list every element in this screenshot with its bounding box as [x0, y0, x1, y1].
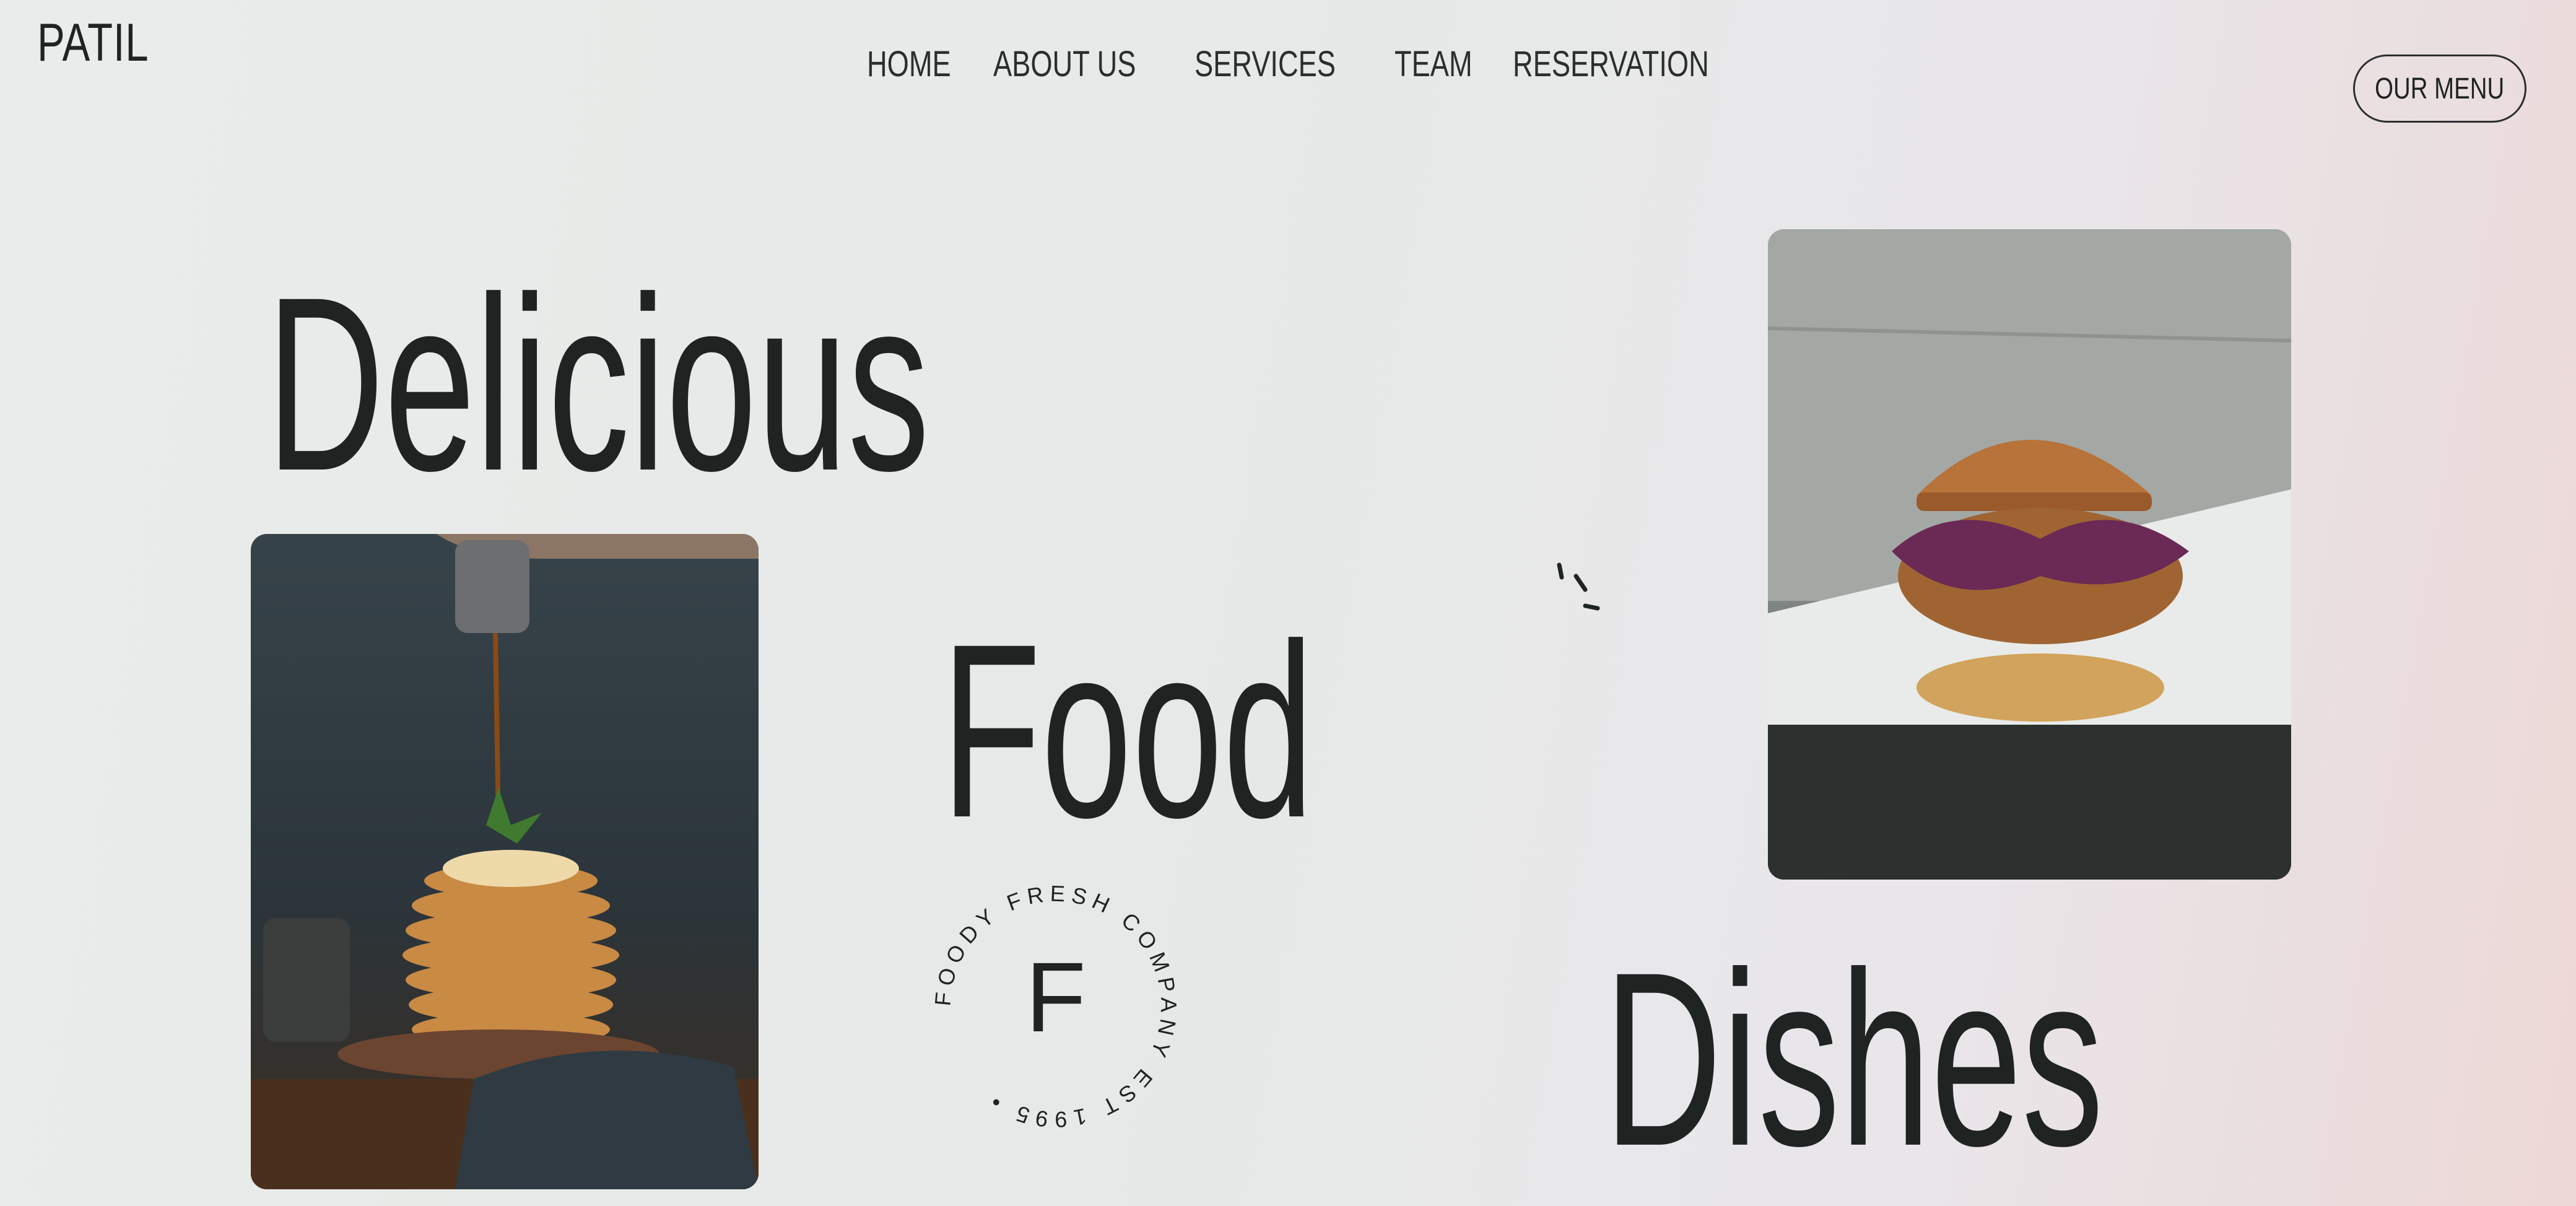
nav-about-us[interactable]: ABOUT US: [993, 43, 1136, 85]
nav-reservation[interactable]: RESERVATION: [1513, 43, 1709, 85]
burger-illustration: [1768, 229, 2291, 880]
nav-team[interactable]: TEAM: [1395, 43, 1473, 85]
our-menu-button[interactable]: OUR MENU: [2353, 55, 2526, 123]
main-nav: HOME ABOUT US SERVICES TEAM RESERVATION: [867, 43, 1739, 85]
company-stamp-badge: FOODY FRESH COMPANY EST 1995 • F: [929, 880, 1176, 1132]
hero-word-food: Food: [941, 592, 1314, 869]
brand-logo[interactable]: PATIL: [37, 12, 149, 74]
pancake-illustration: [251, 534, 759, 1189]
our-menu-label: OUR MENU: [2375, 72, 2505, 105]
stamp-letter: F: [1025, 942, 1086, 1052]
sparkle-dashes-icon: [1557, 562, 1600, 611]
pancake-photo: [251, 534, 759, 1189]
hero-word-delicious: Delicious: [266, 245, 930, 522]
burger-photo: [1768, 229, 2291, 880]
nav-services[interactable]: SERVICES: [1194, 43, 1336, 85]
hero-word-dishes: Dishes: [1604, 920, 2104, 1197]
nav-home[interactable]: HOME: [867, 43, 951, 85]
